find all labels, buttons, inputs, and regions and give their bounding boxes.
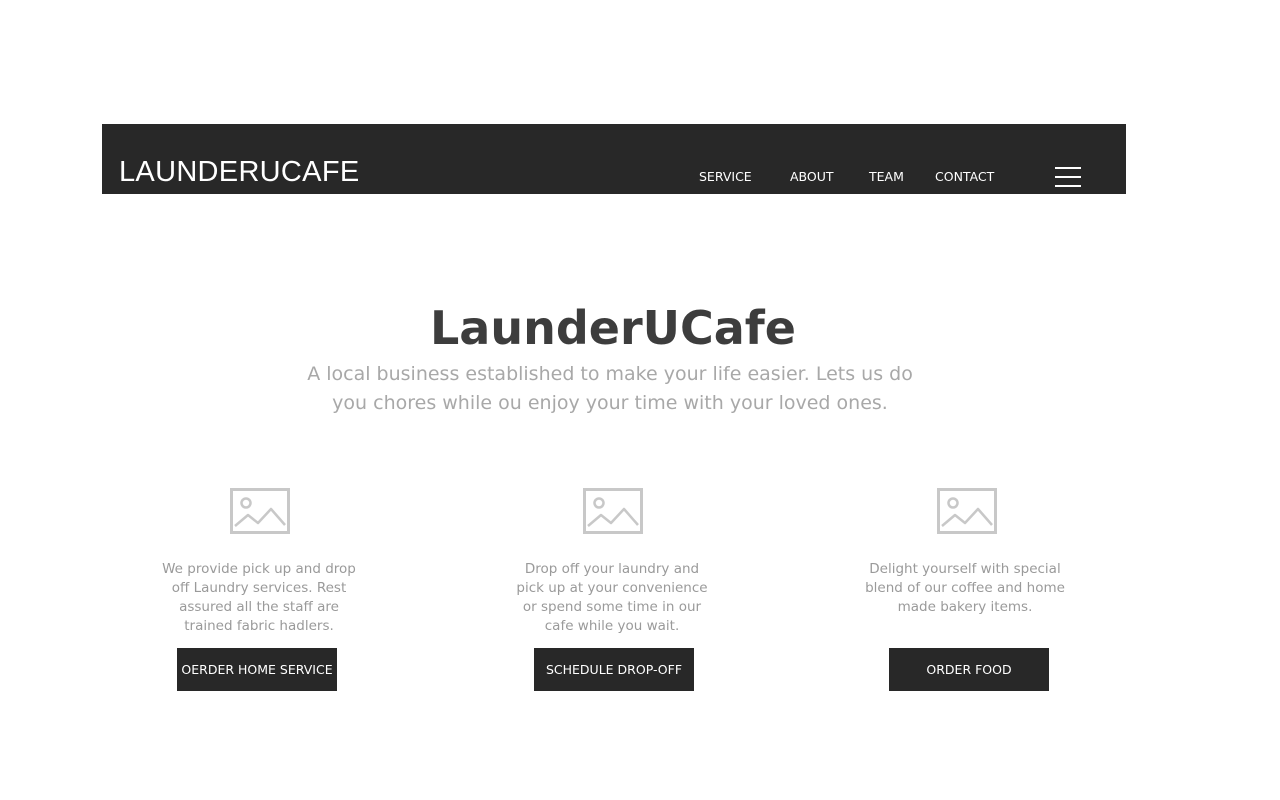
page-title: LaunderUCafe — [429, 301, 797, 355]
image-placeholder-icon — [583, 488, 643, 534]
navbar: LAUNDERUCAFE SERVICE ABOUT TEAM CONTACT — [102, 124, 1126, 194]
order-food-button[interactable]: ORDER FOOD — [889, 648, 1049, 691]
schedule-drop-off-button[interactable]: SCHEDULE DROP-OFF — [534, 648, 694, 691]
hamburger-menu-icon[interactable] — [1055, 167, 1081, 187]
feature-description-drop-off: Drop off your laundry and pick up at you… — [516, 561, 708, 634]
feature-description-food: Delight yourself with special blend of o… — [865, 561, 1065, 615]
nav-link-service[interactable]: SERVICE — [699, 169, 752, 185]
image-placeholder-icon — [937, 488, 997, 534]
nav-link-contact[interactable]: CONTACT — [935, 169, 994, 185]
page-subtitle: A local business established to make you… — [307, 363, 913, 414]
feature-description-home-service: We provide pick up and drop off Laundry … — [162, 561, 356, 634]
order-home-service-button[interactable]: OERDER HOME SERVICE — [177, 648, 337, 691]
image-placeholder-icon — [230, 488, 290, 534]
brand-logo[interactable]: LAUNDERUCAFE — [119, 155, 359, 189]
nav-link-about[interactable]: ABOUT — [790, 169, 834, 185]
nav-link-team[interactable]: TEAM — [869, 169, 904, 185]
